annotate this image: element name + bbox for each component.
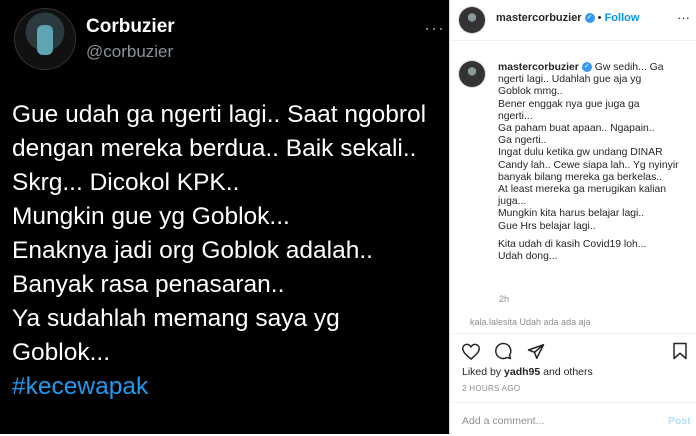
post-view: Corbuzier @corbuzier ··· Gue udah ga nge…	[0, 0, 696, 434]
action-bar: Liked by yadh95 and others 2 HOURS AGO A…	[450, 333, 696, 434]
instagram-panel: mastercorbuzier ✓ • Follow ··· mastercorb…	[449, 0, 696, 434]
tweet-hashtag[interactable]: #kecewapak	[12, 370, 442, 404]
follow-button[interactable]: Follow	[605, 12, 640, 24]
tweet-line: Skrg... Dicokol KPK..	[12, 169, 240, 196]
tweet-line: Ya sudahlah memang saya yg	[12, 305, 340, 332]
share-icon[interactable]	[527, 343, 545, 365]
caption-line: Goblok mmg..	[498, 86, 563, 98]
caption-line: At least mereka ga merugikan kalian	[498, 184, 667, 196]
likes-summary: Liked by yadh95 and others	[462, 366, 593, 378]
heart-icon[interactable]	[461, 343, 481, 365]
caption-line: ngerti...	[498, 110, 533, 122]
caption-line: Udah dong...	[498, 251, 558, 263]
post-button[interactable]: Post	[668, 415, 691, 427]
tweet-line: Enaknya jadi org Goblok adalah..	[12, 237, 373, 264]
post-timestamp: 2 HOURS AGO	[462, 384, 521, 393]
comment-icon[interactable]	[494, 342, 512, 365]
caption-line: Ingat dulu ketika gw undang DINAR	[498, 147, 663, 159]
tweet-line: Goblok...	[12, 339, 111, 366]
likes-user[interactable]: yadh95	[504, 366, 540, 378]
caption: mastercorbuzier ✓ Gw sedih... Ga ngerti l…	[498, 62, 688, 263]
verified-badge-icon: ✓	[584, 13, 595, 24]
caption-line: Gw sedih... Ga	[594, 62, 664, 73]
tweet-line: Gue udah ga ngerti lagi.. Saat ngobrol	[12, 101, 427, 128]
tweet-text: Gue udah ga ngerti lagi.. Saat ngobrol d…	[12, 98, 442, 404]
header-username[interactable]: mastercorbuzier	[496, 12, 582, 24]
more-options-icon[interactable]: ···	[677, 10, 690, 25]
tweet-line: Banyak rasa penasaran..	[12, 271, 285, 298]
caption-line: banyak bilang mereka ga berkelas..	[498, 171, 663, 183]
caption-line: Bener enggak nya gue juga ga	[498, 98, 640, 110]
tweet-line: Mungkin gue yg Goblok...	[12, 203, 290, 230]
tweet-more-icon: ···	[424, 18, 445, 38]
partial-comment: kala.lalesita Udah ada ada aja	[470, 317, 591, 327]
action-icons	[461, 342, 688, 365]
tweet-image: Corbuzier @corbuzier ··· Gue udah ga nge…	[0, 0, 449, 434]
caption-line: Gue Hrs belajar lagi..	[498, 220, 596, 232]
comment-box: Add a comment... Post	[450, 402, 696, 436]
caption-line: Kita udah di kasih Covid19 loh...	[498, 238, 647, 250]
tweet-author-handle: @corbuzier	[86, 42, 174, 61]
post-header: mastercorbuzier ✓ • Follow ···	[450, 0, 696, 41]
tweet-author-name: Corbuzier	[86, 16, 175, 37]
header-user: mastercorbuzier ✓ • Follow	[496, 12, 639, 24]
caption-line: Ga paham buat apaan.. Ngapain..	[498, 123, 655, 135]
likes-prefix: Liked by	[462, 366, 505, 378]
verified-badge-icon: ✓	[581, 62, 592, 73]
caption-line: juga...	[498, 196, 527, 208]
tweet-avatar	[14, 8, 76, 70]
caption-avatar[interactable]	[459, 61, 485, 87]
tweet-line: dengan mereka berdua.. Baik sekali..	[12, 135, 417, 162]
header-avatar[interactable]	[459, 7, 485, 33]
caption-line: Mungkin kita harus belajar lagi..	[498, 208, 645, 220]
caption-line: Ga ngerti..	[498, 135, 547, 147]
caption-username[interactable]: mastercorbuzier	[498, 62, 579, 73]
likes-suffix[interactable]: and others	[540, 366, 593, 378]
bookmark-icon[interactable]	[672, 342, 688, 365]
caption-line: Candy lah.. Cewe siapa lah.. Yg nyinyir	[498, 159, 679, 171]
comment-input[interactable]: Add a comment...	[462, 415, 544, 427]
caption-line: ngerti lagi.. Udahlah gue aja yg	[498, 74, 642, 86]
header-separator: •	[597, 12, 602, 24]
caption-time: 2h	[499, 294, 510, 304]
